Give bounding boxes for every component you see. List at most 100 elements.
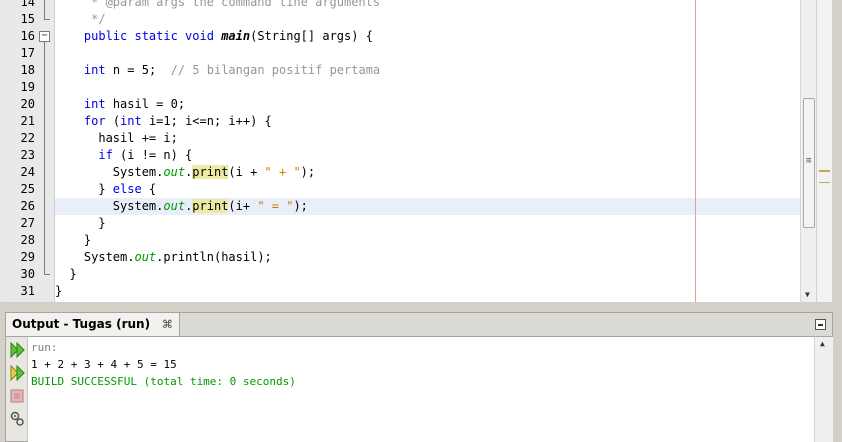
fold-guide [44,42,45,274]
code-editor: 14 15 16 17 18 19 20 21 22 23 24 25 26 27 28 29 30 31 − * … [0,0,842,306]
code-line[interactable]: } [55,232,800,249]
fold-end-marker [44,274,50,275]
line-number: 28 [20,233,35,247]
code-line[interactable]: System.out.print(i + " + "); [55,164,800,181]
code-token: n = 5; [105,63,171,77]
code-line[interactable] [55,79,800,96]
collapse-fold-icon[interactable]: − [39,31,50,42]
code-token: hasil += i; [55,131,178,145]
output-tab[interactable]: Output - Tugas (run) ⌘ [6,313,180,336]
rerun-with-params-icon[interactable] [9,364,25,382]
line-number: 27 [20,216,35,230]
code-token: System. [55,165,164,179]
code-line[interactable]: hasil += i; [55,130,800,147]
stop-icon[interactable] [9,387,25,405]
code-line[interactable]: System.out.println(hasil); [55,249,800,266]
code-token: i=1; i<=n; i++) { [141,114,272,128]
code-line[interactable]: } [55,266,800,283]
code-line[interactable]: int n = 5; // 5 bilangan positif pertama [55,62,800,79]
code-line[interactable]: int hasil = 0; [55,96,800,113]
output-toolbar [5,336,28,442]
code-token: ); [293,199,308,213]
line-number: 16 [20,29,35,43]
code-token: int [83,63,106,77]
code-line[interactable]: } else { [55,181,800,198]
minimize-window-icon[interactable] [815,319,826,330]
code-area[interactable]: * @param args the command line arguments… [55,0,800,302]
editor-vertical-scrollbar[interactable]: ≡ ▼ [800,0,816,302]
line-number: 17 [20,46,35,60]
line-number: 22 [20,131,35,145]
editor-scroll-thumb[interactable]: ≡ [803,98,815,228]
code-token: */ [91,12,106,26]
code-token: } [55,284,63,298]
output-vertical-scrollbar[interactable]: ▲ [814,336,833,442]
right-margin-line [695,0,696,302]
code-line[interactable]: for (int i=1; i<=n; i++) { [55,113,800,130]
line-number: 23 [20,148,35,162]
code-token: (i != n) { [112,148,193,162]
output-tab-title: Output - Tugas (run) [12,317,151,331]
line-number: 25 [20,182,35,196]
code-token: out [134,250,157,264]
line-number: 18 [20,63,35,77]
code-token: } [55,182,113,196]
output-console[interactable]: run: 1 + 2 + 3 + 4 + 5 = 15 BUILD SUCCESSF… [28,336,814,442]
code-line[interactable]: } [55,283,800,300]
rerun-icon[interactable] [9,341,25,359]
line-number: 19 [20,80,35,94]
code-token: System. [55,199,164,213]
code-token: " + " [264,165,301,179]
code-token: if [98,148,113,162]
code-line[interactable]: * @param args the command line arguments [55,0,800,11]
close-tab-icon[interactable]: ⌘ [162,314,173,336]
code-token: (i+ [228,199,258,213]
line-number: 30 [20,267,35,281]
code-token: main [221,29,251,43]
code-line[interactable]: */ [55,11,800,28]
code-token: " = " [257,199,294,213]
code-token: { [141,182,157,196]
scroll-up-arrow-icon[interactable]: ▲ [820,339,825,348]
code-token: } [55,233,92,247]
output-header: Output - Tugas (run) ⌘ [5,312,833,336]
settings-icon[interactable] [9,410,25,428]
code-line[interactable] [55,45,800,62]
line-number: 14 [20,0,35,9]
code-token: int [83,97,106,111]
code-token: System. [55,250,135,264]
error-stripe[interactable] [816,0,832,302]
code-token: (String[] args) { [250,29,373,43]
code-token: (i + [228,165,265,179]
output-line: BUILD SUCCESSFUL (total time: 0 seconds) [31,375,296,388]
line-number: 29 [20,250,35,264]
code-token: print [192,165,229,179]
code-token: ); [300,165,316,179]
code-line-current[interactable]: System.out.print(i+ " = "); [55,198,800,215]
code-token: out [163,199,186,213]
occurrence-mark[interactable] [819,182,830,183]
output-window: Output - Tugas (run) ⌘ run: 1 + 2 + 3 + 4… [0,306,842,442]
fold-guide [44,0,45,19]
occurrence-mark[interactable] [819,170,830,172]
scroll-grip-icon: ≡ [806,156,812,166]
line-number: 24 [20,165,35,179]
code-token: print [192,199,229,213]
code-line[interactable]: } [55,215,800,232]
code-token: out [163,165,186,179]
code-token: hasil = 0; [105,97,186,111]
code-token: for [83,114,106,128]
output-line: 1 + 2 + 3 + 4 + 5 = 15 [31,358,177,371]
code-token: int [120,114,142,128]
code-line[interactable]: if (i != n) { [55,147,800,164]
output-line: run: [31,341,58,354]
scroll-down-arrow-icon[interactable]: ▼ [805,290,810,299]
code-token: * @param args the command line arguments [91,0,381,9]
code-line[interactable]: public static void main(String[] args) { [55,28,800,45]
